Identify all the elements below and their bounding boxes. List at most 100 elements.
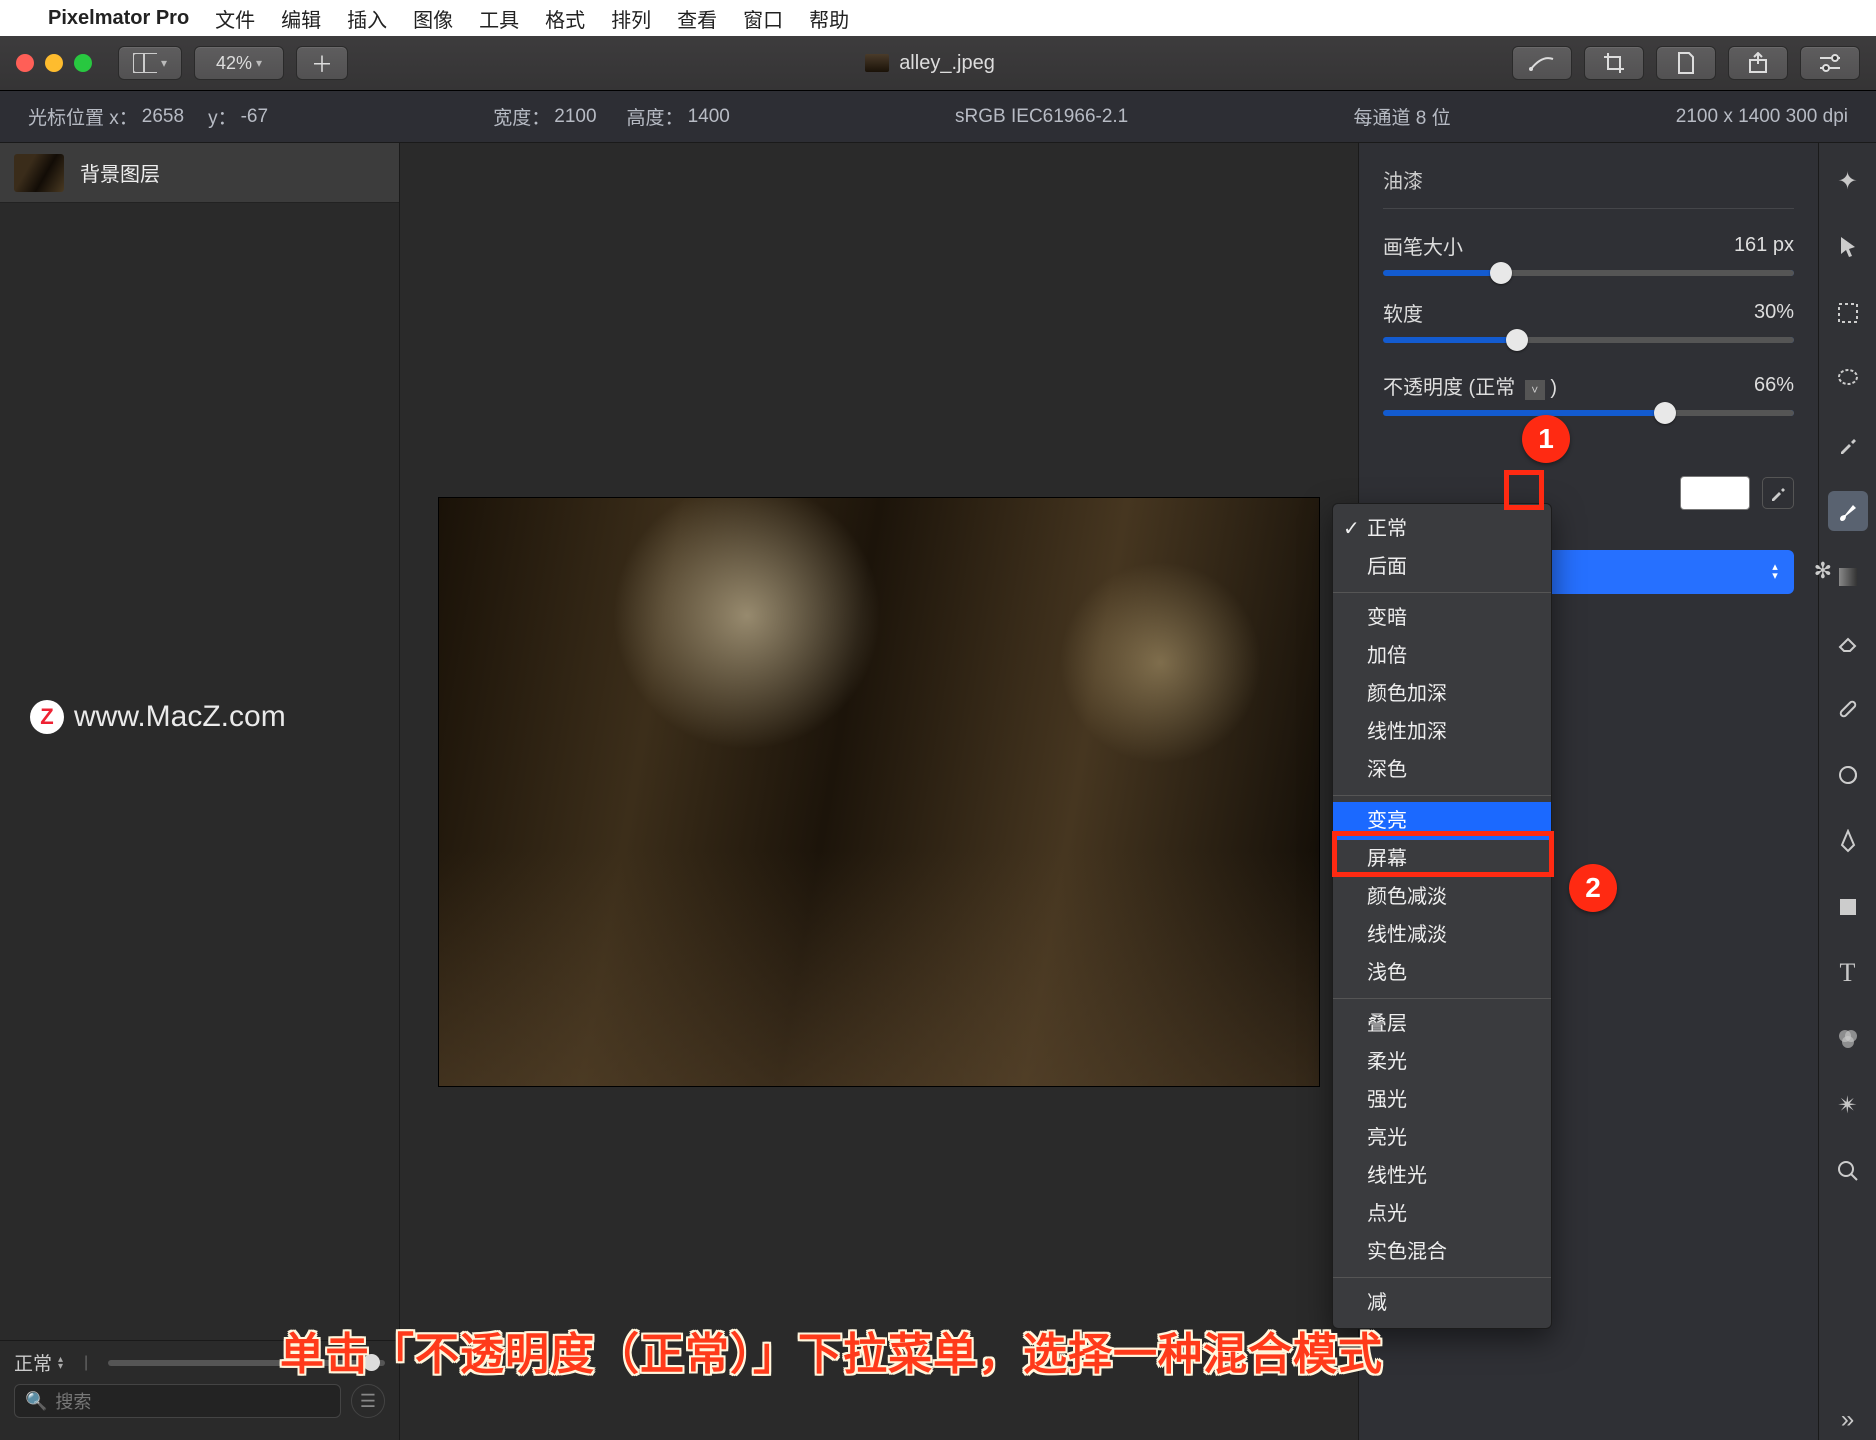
search-icon: 🔍 [25, 1391, 47, 1412]
warp-icon [1837, 764, 1859, 786]
sliders-icon [1818, 54, 1842, 72]
canvas-area[interactable] [400, 143, 1358, 1440]
blend-item-hardmix[interactable]: 实色混合 [1333, 1233, 1551, 1271]
blend-item-subtract[interactable]: 减 [1333, 1284, 1551, 1322]
brush-size-value: 161 px [1734, 234, 1794, 257]
bit-depth: 每通道 8 位 [1353, 103, 1450, 130]
callout-badge-2: 2 [1569, 864, 1617, 912]
opacity-row: 不透明度 (正常 ˅ ) 66% [1383, 371, 1794, 400]
eyedropper-tool[interactable] [1828, 425, 1868, 465]
width-value: 2100 [554, 106, 596, 128]
color-adjust-tool[interactable] [1828, 1019, 1868, 1059]
zoom-button[interactable]: 42% ▾ [194, 46, 284, 80]
app-name[interactable]: Pixelmator Pro [48, 7, 189, 30]
slider-knob-icon[interactable] [1490, 262, 1512, 284]
menu-tools[interactable]: 工具 [479, 4, 519, 33]
crop-tool-button[interactable] [1584, 46, 1644, 80]
magnifier-icon [1837, 1160, 1859, 1182]
callout-box-2 [1332, 831, 1554, 877]
fullscreen-window-icon[interactable] [74, 54, 92, 72]
erase-tool[interactable] [1828, 623, 1868, 663]
blend-item-softlight[interactable]: 柔光 [1333, 1043, 1551, 1081]
shape-tool[interactable] [1828, 887, 1868, 927]
blend-item-darken[interactable]: 变暗 [1333, 599, 1551, 637]
chevron-right-icon: » [1841, 1406, 1854, 1434]
repair-tool[interactable] [1828, 689, 1868, 729]
blend-item-overlay[interactable]: 叠层 [1333, 1005, 1551, 1043]
toolbar-right [1512, 46, 1860, 80]
filter-icon: ☰ [360, 1391, 376, 1412]
blend-item-darkercolor[interactable]: 深色 [1333, 751, 1551, 789]
menu-file[interactable]: 文件 [215, 4, 255, 33]
share-icon [1748, 52, 1768, 74]
settings-button[interactable] [1800, 46, 1860, 80]
tool-strip: ✦ T ✴ » [1818, 143, 1876, 1440]
bandaid-icon [1837, 698, 1859, 720]
paint-tool[interactable] [1828, 491, 1868, 531]
blend-item-lightercolor[interactable]: 浅色 [1333, 954, 1551, 992]
blend-item-colordodge[interactable]: 颜色减淡 [1333, 878, 1551, 916]
sparkle-icon: ✴ [1837, 1091, 1857, 1120]
wand-icon: ✦ [1837, 167, 1857, 196]
cursor-y-label: y： [208, 103, 237, 130]
brush-size-slider[interactable] [1383, 270, 1794, 276]
blend-item-pinlight[interactable]: 点光 [1333, 1195, 1551, 1233]
blend-item-colorburn[interactable]: 颜色加深 [1333, 675, 1551, 713]
slider-knob-icon[interactable] [1654, 402, 1676, 424]
opacity-slider[interactable] [1383, 410, 1794, 416]
close-window-icon[interactable] [16, 54, 34, 72]
search-placeholder: 搜索 [55, 1388, 91, 1414]
blend-item-vividlight[interactable]: 亮光 [1333, 1119, 1551, 1157]
opacity-value: 66% [1754, 374, 1794, 397]
layers-panel: 背景图层 正常 ▴▾ | 🔍 搜索 ☰ [0, 143, 400, 1440]
softness-slider[interactable] [1383, 337, 1794, 343]
menu-window[interactable]: 窗口 [743, 4, 783, 33]
crop-icon [1603, 52, 1625, 74]
blend-item-linearburn[interactable]: 线性加深 [1333, 713, 1551, 751]
warp-tool[interactable] [1828, 755, 1868, 795]
layer-row[interactable]: 背景图层 [0, 143, 399, 203]
pen-tool[interactable] [1828, 821, 1868, 861]
blend-item-linearlight[interactable]: 线性光 [1333, 1157, 1551, 1195]
menu-arrange[interactable]: 排列 [611, 4, 651, 33]
document-tool-button[interactable] [1656, 46, 1716, 80]
blend-item-multiply[interactable]: 加倍 [1333, 637, 1551, 675]
layer-blend-select[interactable]: 正常 ▴▾ [14, 1349, 74, 1376]
lasso-tool[interactable] [1828, 359, 1868, 399]
add-button[interactable]: ＋ [296, 46, 348, 80]
brush-icon [1836, 499, 1860, 523]
blend-item-lineardodge[interactable]: 线性减淡 [1333, 916, 1551, 954]
blend-mode-menu[interactable]: 正常 后面 变暗 加倍 颜色加深 线性加深 深色 变亮 屏幕 颜色减淡 线性减淡… [1332, 503, 1552, 1329]
text-tool[interactable]: T [1828, 953, 1868, 993]
effects-tool[interactable]: ✴ [1828, 1085, 1868, 1125]
menu-view[interactable]: 查看 [677, 4, 717, 33]
blend-item-hardlight[interactable]: 强光 [1333, 1081, 1551, 1119]
slider-knob-icon[interactable] [1506, 329, 1528, 351]
more-tools[interactable]: » [1828, 1400, 1868, 1440]
zoom-tool[interactable] [1828, 1151, 1868, 1191]
brush-tool-button[interactable] [1512, 46, 1572, 80]
cursor-x: 2658 [142, 106, 184, 128]
eyedropper-button[interactable] [1762, 477, 1794, 509]
gradient-tool[interactable] [1828, 557, 1868, 597]
color-swatch[interactable] [1680, 476, 1750, 510]
menu-format[interactable]: 格式 [545, 4, 585, 33]
menu-image[interactable]: 图像 [413, 4, 453, 33]
menu-insert[interactable]: 插入 [347, 4, 387, 33]
share-button[interactable] [1728, 46, 1788, 80]
opacity-blendmode-dropdown[interactable]: ˅ [1525, 380, 1545, 400]
menu-help[interactable]: 帮助 [809, 4, 849, 33]
blend-item-normal[interactable]: 正常 [1333, 510, 1551, 548]
gear-icon[interactable]: ✻ [1814, 558, 1832, 584]
blend-item-behind[interactable]: 后面 [1333, 548, 1551, 586]
cursor-label: 光标位置 x： [28, 103, 138, 130]
filter-button[interactable]: ☰ [351, 1384, 385, 1418]
marquee-tool[interactable] [1828, 293, 1868, 333]
sidebar-toggle-button[interactable]: ▾ [118, 46, 182, 80]
sidebar-icon [133, 53, 157, 73]
minimize-window-icon[interactable] [45, 54, 63, 72]
search-input[interactable]: 🔍 搜索 [14, 1384, 341, 1418]
style-tool[interactable]: ✦ [1828, 161, 1868, 201]
arrow-tool[interactable] [1828, 227, 1868, 267]
menu-edit[interactable]: 编辑 [281, 4, 321, 33]
